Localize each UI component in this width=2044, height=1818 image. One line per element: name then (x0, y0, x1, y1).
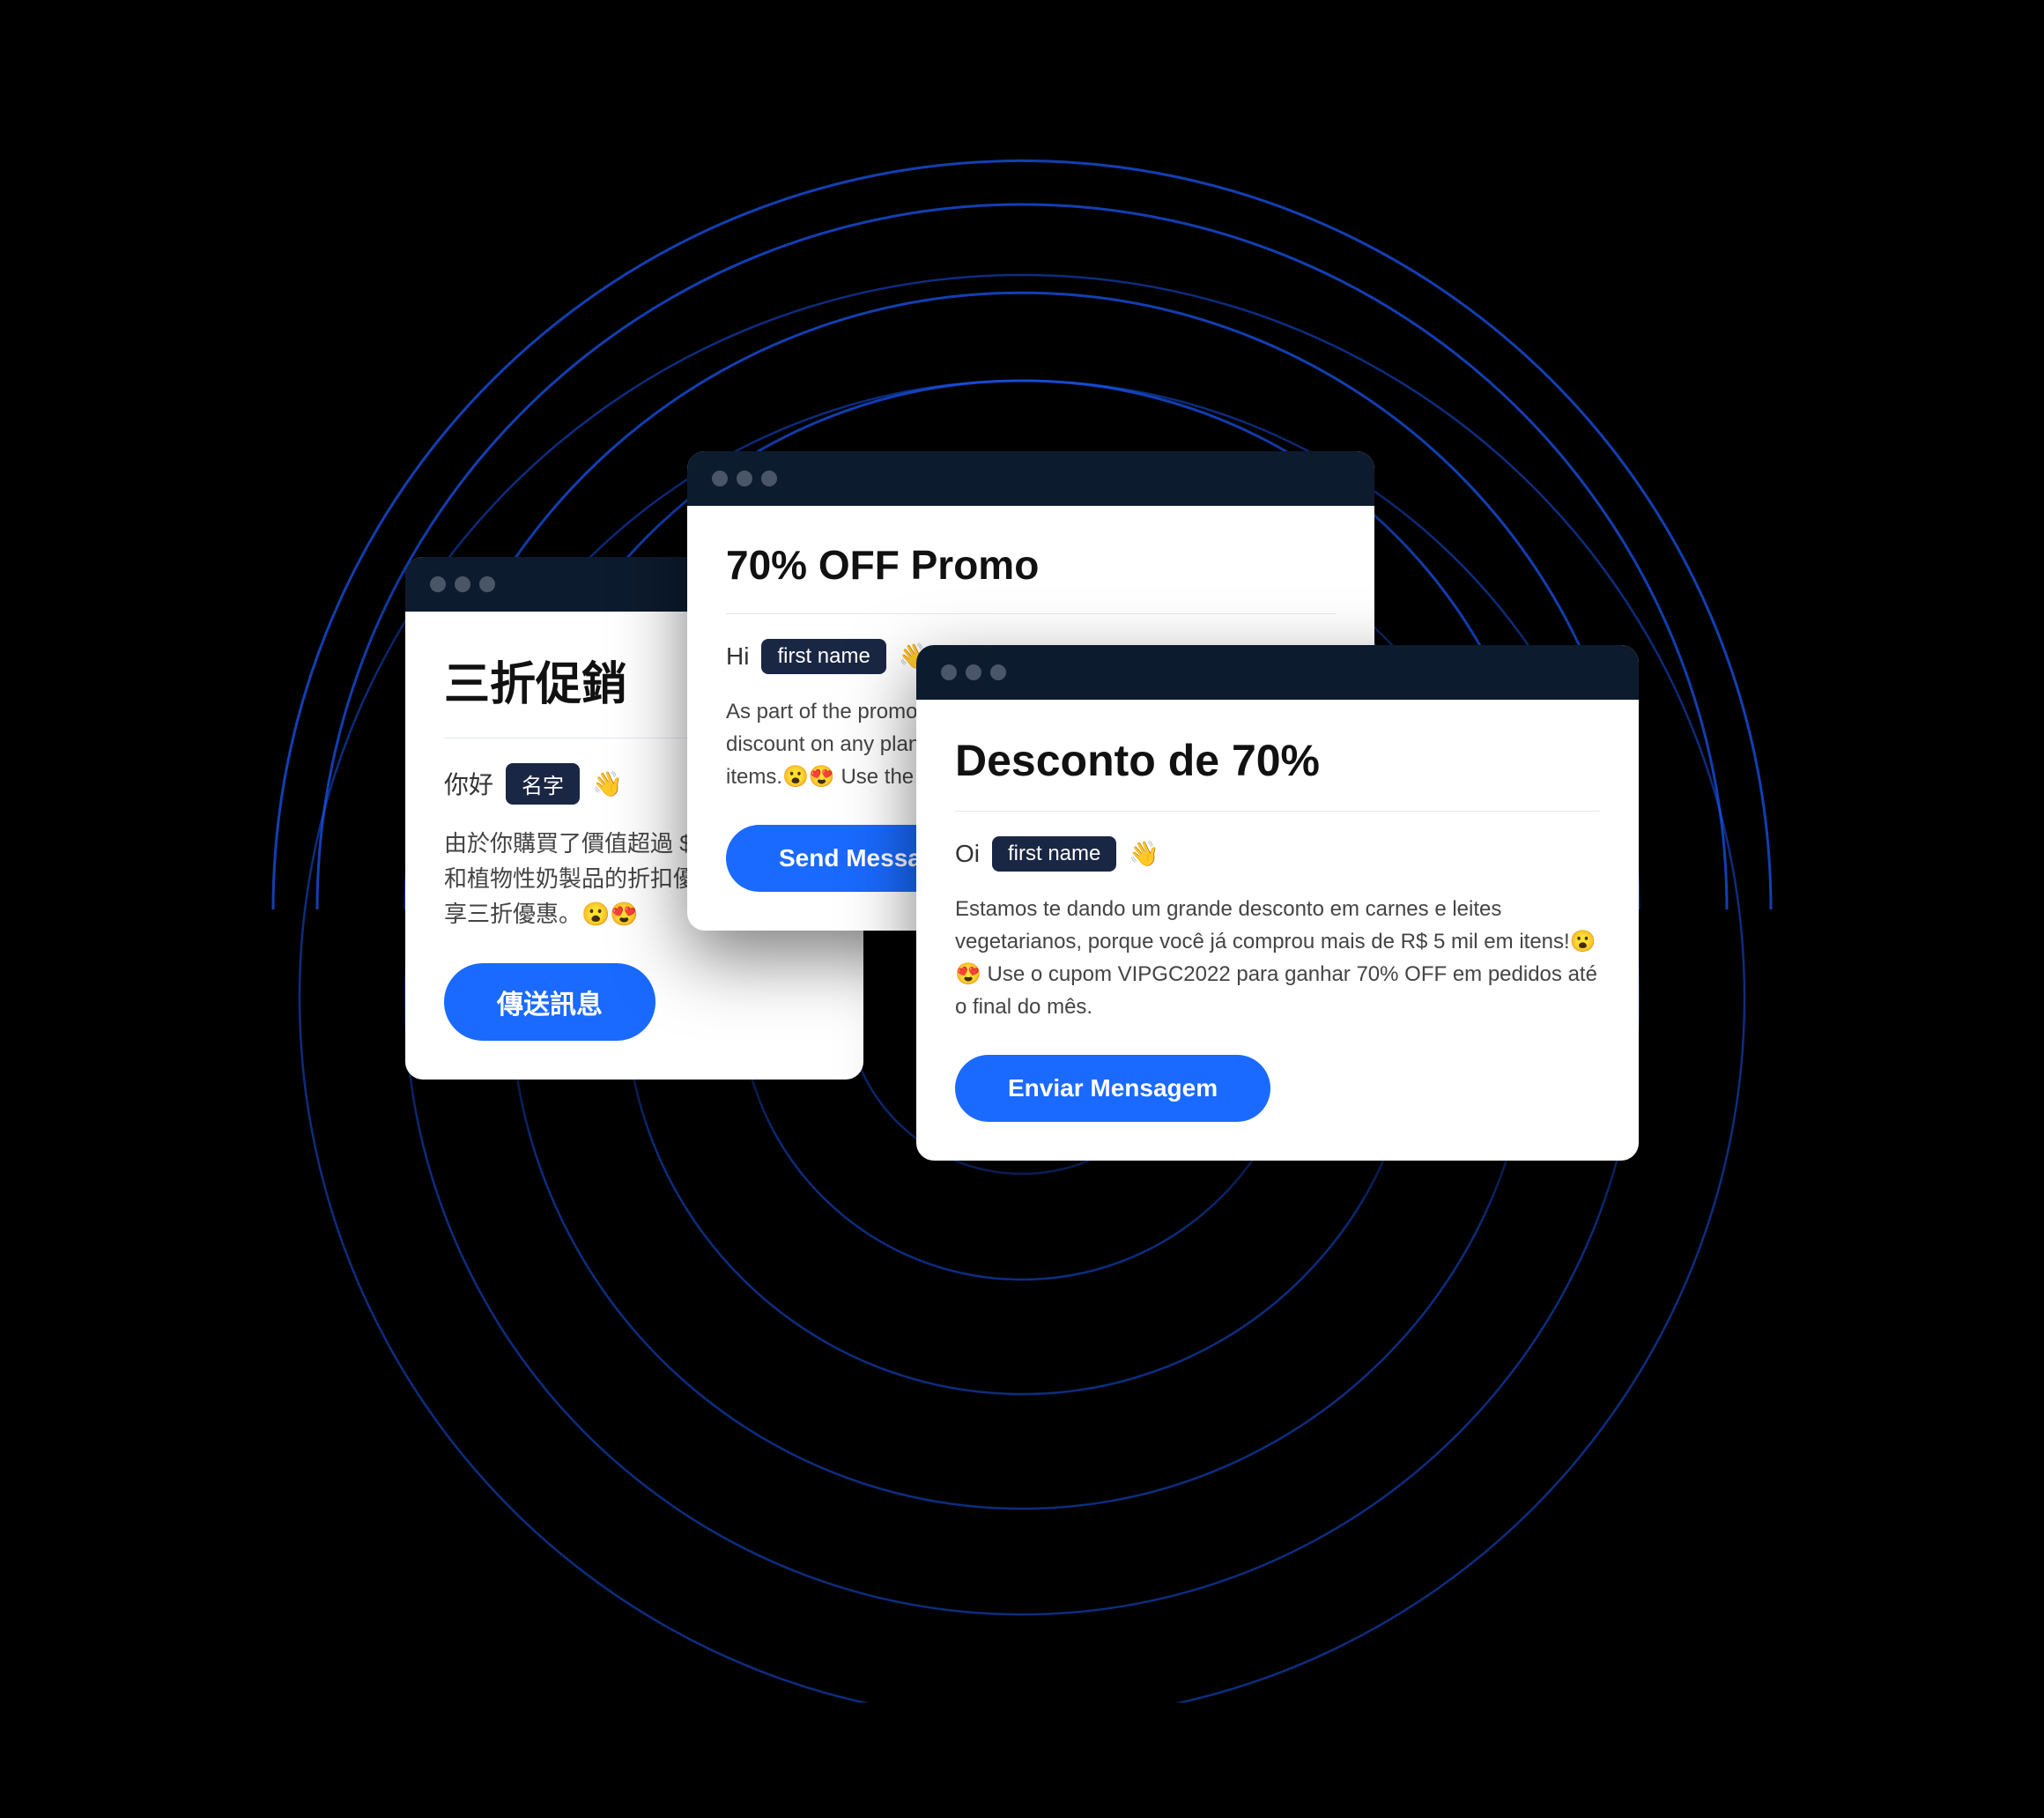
dot-3 (479, 576, 495, 592)
dot-1 (430, 576, 446, 592)
card-pt-text: Estamos te dando um grande desconto em c… (955, 893, 1600, 1024)
card-pt-titlebar (916, 645, 1639, 700)
name-badge-en: first name (761, 639, 885, 674)
greeting-zh-prefix: 你好 (444, 766, 493, 801)
wave-emoji-pt: 👋 (1129, 839, 1159, 868)
dot-en-2 (737, 471, 752, 486)
card-en-title: 70% OFF Promo (726, 541, 1336, 589)
greeting-pt: Oi first name 👋 (955, 836, 1600, 872)
name-badge-zh: 名字 (506, 763, 580, 805)
dot-pt-2 (966, 664, 981, 680)
greeting-pt-prefix: Oi (955, 840, 980, 868)
name-badge-pt: first name (992, 836, 1116, 872)
send-button-pt[interactable]: Enviar Mensagem (955, 1055, 1270, 1122)
card-portuguese: Desconto de 70% Oi first name 👋 Estamos … (916, 645, 1639, 1161)
send-button-zh[interactable]: 傳送訊息 (444, 963, 655, 1041)
dot-en-3 (761, 471, 777, 486)
dot-2 (455, 576, 470, 592)
divider-en (726, 613, 1336, 614)
dot-en-1 (712, 471, 728, 486)
card-pt-title: Desconto de 70% (955, 735, 1600, 786)
wave-emoji-zh: 👋 (592, 769, 623, 798)
cards-wrapper: 三折促銷 你好 名字 👋 由於你購買了價值超過 $5,000 的肉類和植物性奶製… (405, 381, 1639, 1438)
greeting-en-prefix: Hi (726, 642, 749, 671)
card-en-titlebar (687, 451, 1374, 506)
dot-pt-3 (990, 664, 1006, 680)
card-pt-body: Desconto de 70% Oi first name 👋 Estamos … (916, 700, 1639, 1161)
divider-pt (955, 811, 1600, 812)
dot-pt-1 (941, 664, 957, 680)
